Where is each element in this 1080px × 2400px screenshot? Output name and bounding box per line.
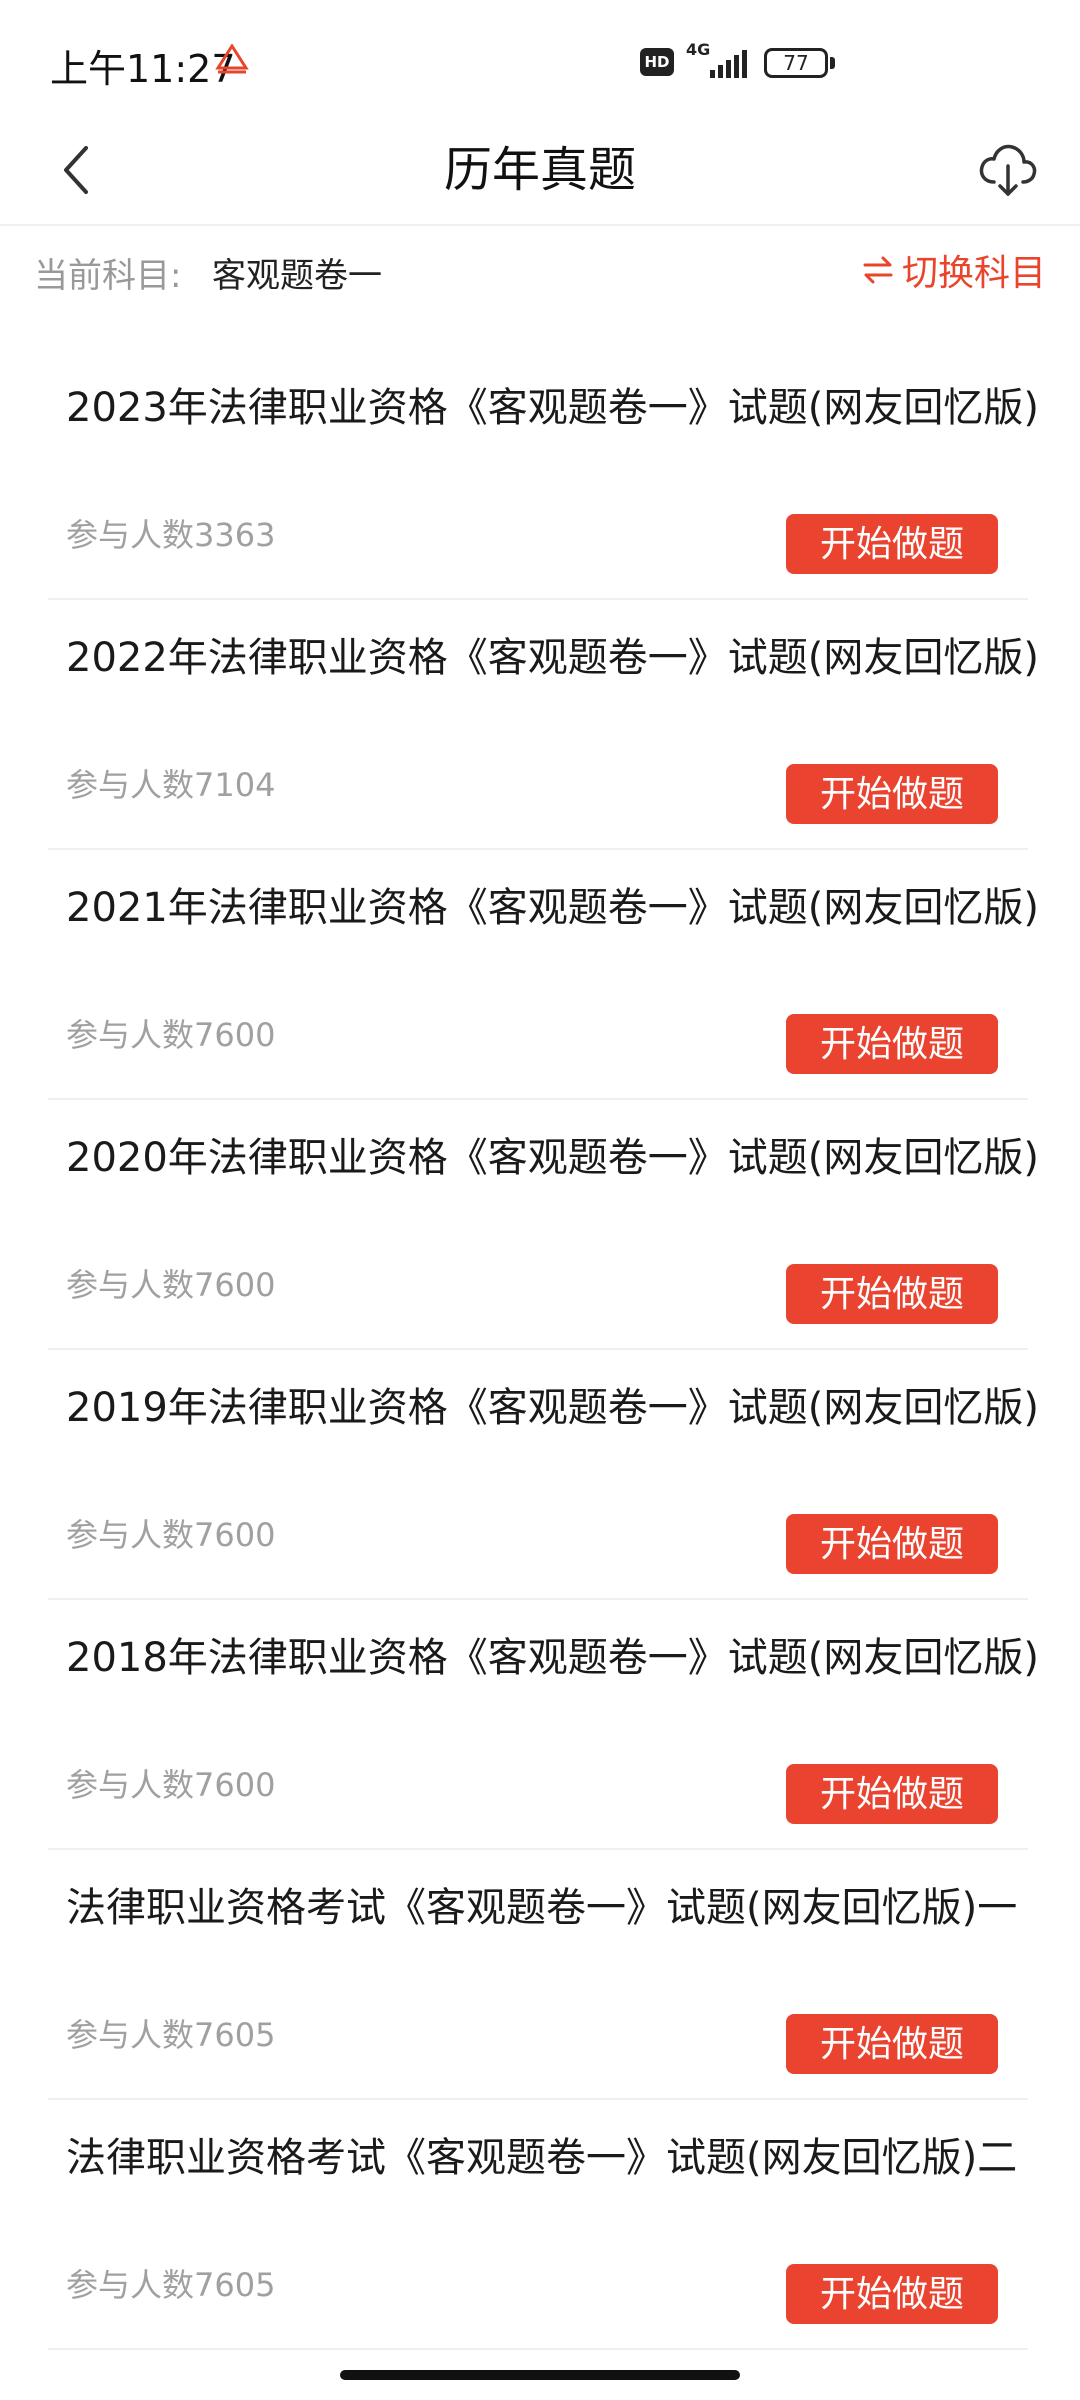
download-button[interactable] xyxy=(966,128,1050,212)
subject-bar: 当前科目: 客观题卷一 切换科目 xyxy=(0,228,1080,324)
start-button[interactable]: 开始做题 xyxy=(786,1014,998,1074)
list-item[interactable]: 法律职业资格考试《客观题卷一》试题(网友回忆版)二 参与人数7605 开始做题 xyxy=(48,2100,1028,2350)
start-button[interactable]: 开始做题 xyxy=(786,514,998,574)
participant-count: 参与人数7600 xyxy=(66,1766,276,1804)
participant-count: 参与人数7605 xyxy=(66,2016,276,2054)
signal-icon xyxy=(686,50,750,84)
start-button[interactable]: 开始做题 xyxy=(786,764,998,824)
participant-count: 参与人数7104 xyxy=(66,766,276,804)
battery-indicator: 77 xyxy=(764,48,828,78)
subject-label: 当前科目: xyxy=(34,256,182,296)
battery-tip xyxy=(830,57,835,69)
cloud-download-icon xyxy=(979,144,1037,196)
participant-count: 参与人数7600 xyxy=(66,1266,276,1304)
participant-count: 参与人数7605 xyxy=(66,2266,276,2304)
status-time: 上午11:27 xyxy=(50,47,236,91)
exam-title: 法律职业资格考试《客观题卷一》试题(网友回忆版)二 xyxy=(66,2135,1018,2181)
list-item[interactable]: 2023年法律职业资格《客观题卷一》试题(网友回忆版) 参与人数3363 开始做… xyxy=(48,350,1039,600)
start-button[interactable]: 开始做题 xyxy=(786,1764,998,1824)
start-button[interactable]: 开始做题 xyxy=(786,1514,998,1574)
participant-count: 参与人数7600 xyxy=(66,1516,276,1554)
list-item[interactable]: 2022年法律职业资格《客观题卷一》试题(网友回忆版) 参与人数7104 开始做… xyxy=(48,600,1039,850)
start-button[interactable]: 开始做题 xyxy=(786,1264,998,1324)
exam-title: 2018年法律职业资格《客观题卷一》试题(网友回忆版) xyxy=(66,1635,1040,1681)
participant-count: 参与人数3363 xyxy=(66,516,276,554)
exam-title: 2020年法律职业资格《客观题卷一》试题(网友回忆版) xyxy=(66,1135,1040,1181)
home-indicator[interactable] xyxy=(340,2370,740,2380)
list-item[interactable]: 2020年法律职业资格《客观题卷一》试题(网友回忆版) 参与人数7600 开始做… xyxy=(48,1100,1039,1350)
status-bar: 上午11:27 HD 4G 77 xyxy=(0,0,1080,120)
app-notification-icon xyxy=(214,43,250,80)
exam-title: 2023年法律职业资格《客观题卷一》试题(网友回忆版) xyxy=(66,385,1040,431)
exam-title: 2019年法律职业资格《客观题卷一》试题(网友回忆版) xyxy=(66,1385,1040,1431)
page-title: 历年真题 xyxy=(443,142,636,198)
start-button[interactable]: 开始做题 xyxy=(786,2264,998,2324)
exam-title: 2021年法律职业资格《客观题卷一》试题(网友回忆版) xyxy=(66,885,1040,931)
list-item[interactable]: 2021年法律职业资格《客观题卷一》试题(网友回忆版) 参与人数7600 开始做… xyxy=(48,850,1039,1100)
participant-count: 参与人数7600 xyxy=(66,1016,276,1054)
list-item[interactable]: 2019年法律职业资格《客观题卷一》试题(网友回忆版) 参与人数7600 开始做… xyxy=(48,1350,1039,1600)
swap-icon xyxy=(863,256,893,284)
switch-subject-label: 切换科目 xyxy=(901,253,1046,294)
exam-list: 2023年法律职业资格《客观题卷一》试题(网友回忆版) 参与人数3363 开始做… xyxy=(48,350,1039,2350)
hd-badge: HD xyxy=(640,48,674,76)
exam-title: 2022年法律职业资格《客观题卷一》试题(网友回忆版) xyxy=(66,635,1040,681)
list-item[interactable]: 法律职业资格考试《客观题卷一》试题(网友回忆版)一 参与人数7605 开始做题 xyxy=(48,1850,1028,2100)
subject-value: 客观题卷一 xyxy=(212,256,382,296)
exam-title: 法律职业资格考试《客观题卷一》试题(网友回忆版)一 xyxy=(66,1885,1018,1931)
nav-bar: 历年真题 xyxy=(0,120,1080,226)
list-item[interactable]: 2018年法律职业资格《客观题卷一》试题(网友回忆版) 参与人数7600 开始做… xyxy=(48,1600,1039,1850)
switch-subject-button[interactable]: 切换科目 xyxy=(862,244,1046,296)
start-button[interactable]: 开始做题 xyxy=(786,2014,998,2074)
